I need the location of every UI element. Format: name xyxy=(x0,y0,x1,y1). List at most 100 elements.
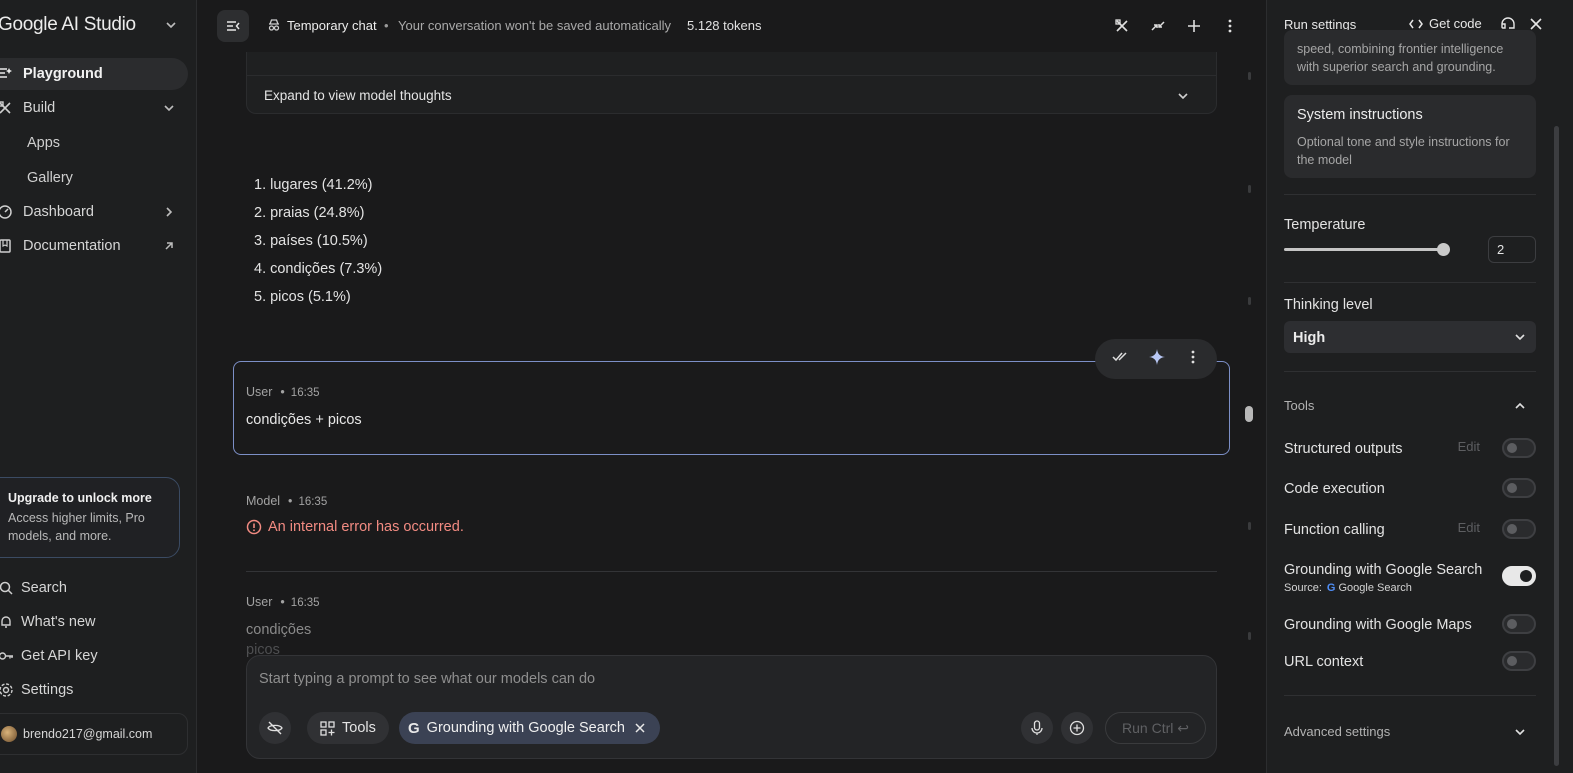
chevron-up-icon[interactable] xyxy=(1513,399,1527,413)
source-label: Source: xyxy=(1284,582,1322,594)
chevron-down-icon[interactable] xyxy=(1513,725,1527,739)
run-settings-panel: Run settings Get code speed, combining f… xyxy=(1266,0,1573,773)
sidebar-item-label: Documentation xyxy=(23,238,121,254)
thoughts-label: Expand to view model thoughts xyxy=(264,88,452,103)
grounding-chip-label: Grounding with Google Search xyxy=(426,720,625,736)
scroll-marker[interactable] xyxy=(1248,522,1251,530)
selected-user-message[interactable] xyxy=(233,361,1230,455)
divider xyxy=(246,571,1217,572)
toggle-switch[interactable] xyxy=(1502,651,1536,671)
error-message: An internal error has occurred. xyxy=(246,519,464,535)
get-code-label: Get code xyxy=(1429,16,1482,31)
temperature-input[interactable] xyxy=(1488,236,1536,263)
run-button[interactable]: Run Ctrl ↩ xyxy=(1105,712,1206,744)
account-button[interactable]: brendo217@gmail.com xyxy=(0,713,188,755)
brand-logo[interactable]: Google AI Studio xyxy=(0,14,136,36)
list-item: 1. lugares (41.2%) xyxy=(254,177,373,193)
scrollbar-thumb[interactable] xyxy=(1245,406,1253,422)
tool-url-context: URL context xyxy=(1284,651,1536,674)
incognito-icon xyxy=(268,19,280,31)
sidebar-settings[interactable]: Settings xyxy=(0,679,73,701)
more-vert-icon[interactable] xyxy=(1221,17,1239,35)
grounding-source: Source: G Google Search xyxy=(1284,582,1412,594)
sidebar-item-gallery[interactable]: Gallery xyxy=(27,170,73,186)
message-text: condições xyxy=(246,622,312,638)
separator-dot: • xyxy=(280,595,285,609)
tool-grounding-google-search: Grounding with Google Search xyxy=(1284,560,1536,586)
toggle-switch[interactable] xyxy=(1502,478,1536,498)
sidebar-item-label: Search xyxy=(21,580,67,596)
system-instructions-card[interactable]: System instructions Optional tone and st… xyxy=(1284,95,1536,178)
new-chat-icon[interactable] xyxy=(1185,17,1203,35)
sparkle-icon[interactable] xyxy=(1148,348,1166,371)
search-icon xyxy=(0,580,14,596)
tools-off-icon[interactable] xyxy=(1113,17,1131,35)
tool-structured-outputs: Structured outputs Edit xyxy=(1284,438,1536,461)
done-all-icon[interactable] xyxy=(1111,348,1129,371)
compare-icon[interactable] xyxy=(1149,17,1167,35)
toggle-switch[interactable] xyxy=(1502,614,1536,634)
message-meta: User • 16:35 xyxy=(246,385,320,399)
sidebar-item-dashboard[interactable]: Dashboard xyxy=(0,196,188,228)
tool-name: Grounding with Google Search xyxy=(1284,562,1483,578)
temperature-slider-thumb[interactable] xyxy=(1437,243,1450,256)
separator-dot: • xyxy=(288,494,293,508)
thinking-level-value: High xyxy=(1293,330,1326,346)
book-icon xyxy=(0,237,14,255)
scroll-marker[interactable] xyxy=(1248,72,1251,80)
sidebar-item-apps[interactable]: Apps xyxy=(27,135,60,151)
toggle-sidebar-button[interactable] xyxy=(217,10,249,42)
tool-name: Function calling xyxy=(1284,522,1385,538)
toggle-switch[interactable] xyxy=(1502,438,1536,458)
expand-thoughts-button[interactable]: Expand to view model thoughts xyxy=(246,76,1217,114)
tools-heading[interactable]: Tools xyxy=(1284,398,1314,413)
advanced-settings-toggle[interactable]: Advanced settings xyxy=(1284,724,1390,739)
tools-button[interactable]: Tools xyxy=(307,712,389,744)
temporary-chat-subtitle: Your conversation won't be saved automat… xyxy=(398,18,671,33)
hide-button[interactable] xyxy=(259,712,291,744)
model-card[interactable]: speed, combining frontier intelligence w… xyxy=(1284,30,1536,85)
temperature-slider-track[interactable] xyxy=(1284,248,1444,251)
message-meta: Model • 16:35 xyxy=(246,494,327,508)
chevron-down-icon[interactable] xyxy=(164,18,178,32)
upgrade-card[interactable]: Upgrade to unlock more Access higher lim… xyxy=(0,477,180,558)
scroll-marker[interactable] xyxy=(1248,297,1251,305)
chat-area[interactable]: Expand to view model thoughts 1. lugares… xyxy=(197,52,1265,773)
toggle-knob xyxy=(1507,656,1517,666)
sidebar-get-api-key[interactable]: Get API key xyxy=(0,645,98,667)
chevron-down-icon xyxy=(1178,93,1188,100)
close-icon[interactable] xyxy=(634,722,646,734)
token-count: 5.128 tokens xyxy=(687,18,762,33)
sidebar-item-playground[interactable]: Playground xyxy=(0,58,188,90)
toggle-switch[interactable] xyxy=(1502,566,1536,586)
model-response-top xyxy=(246,52,1217,76)
edit-button[interactable]: Edit xyxy=(1458,439,1480,454)
add-media-button[interactable] xyxy=(1061,712,1093,744)
message-time: 16:35 xyxy=(290,597,320,609)
code-icon xyxy=(1409,19,1423,28)
grounding-chip[interactable]: G Grounding with Google Search xyxy=(399,712,660,744)
scroll-marker[interactable] xyxy=(1248,185,1251,193)
sidebar-item-label: Dashboard xyxy=(23,204,94,220)
thinking-level-select[interactable]: High xyxy=(1284,321,1536,353)
sidebar-item-label: Settings xyxy=(21,682,74,698)
sidebar-search[interactable]: Search xyxy=(0,577,67,599)
prompt-input[interactable]: Start typing a prompt to see what our mo… xyxy=(259,671,595,687)
edit-button[interactable]: Edit xyxy=(1458,520,1480,535)
sidebar-item-documentation[interactable]: Documentation xyxy=(0,230,188,262)
get-code-button[interactable]: Get code xyxy=(1409,16,1482,31)
panel-scrollbar[interactable] xyxy=(1554,126,1559,766)
microphone-button[interactable] xyxy=(1021,712,1053,744)
scroll-marker[interactable] xyxy=(1248,632,1251,640)
sidebar-whats-new[interactable]: What's new xyxy=(0,611,96,633)
sidebar-item-build[interactable]: Build xyxy=(0,92,188,124)
toggle-switch[interactable] xyxy=(1502,519,1536,539)
separator-dot: • xyxy=(280,385,285,399)
sidebar-item-label: What's new xyxy=(21,614,96,630)
prompt-box[interactable]: Start typing a prompt to see what our mo… xyxy=(246,655,1217,759)
message-time: 16:35 xyxy=(298,496,328,508)
divider xyxy=(1284,371,1536,372)
more-vert-icon[interactable] xyxy=(1185,349,1201,370)
build-icon xyxy=(0,99,14,117)
message-text: condições + picos xyxy=(246,412,362,428)
